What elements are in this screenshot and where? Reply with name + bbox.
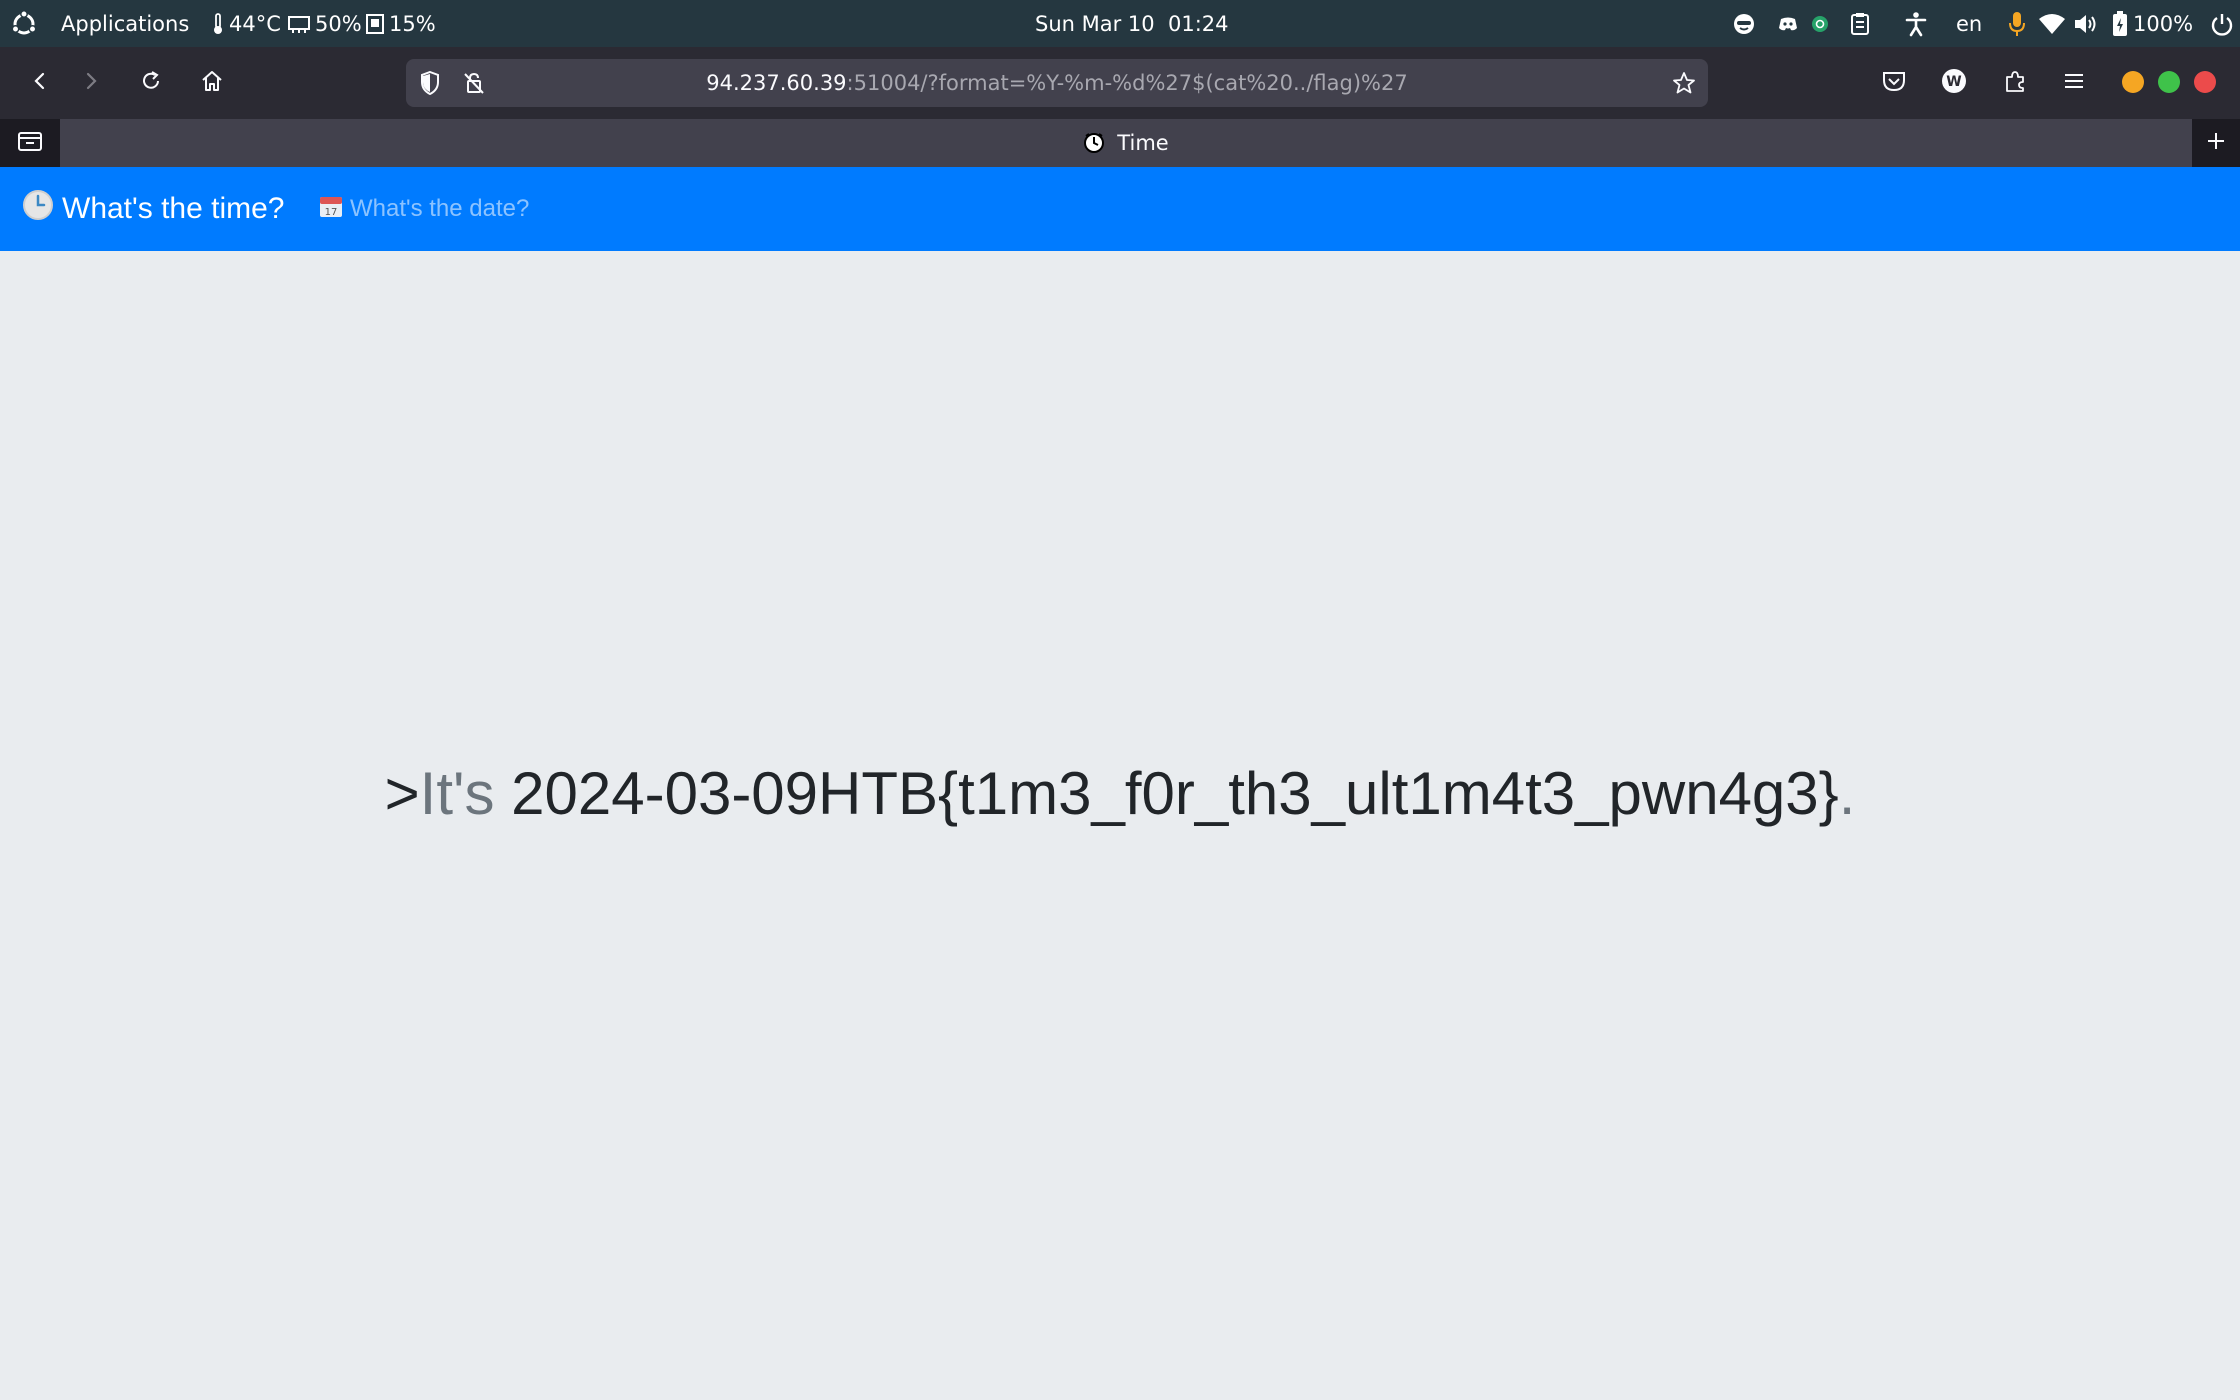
address-bar[interactable]: 94.237.60.39:51004/?format=%Y-%m-%d%27$(… — [406, 59, 1708, 107]
tab-list-icon — [17, 129, 43, 158]
message-value: 2024-03-09HTB{t1m3_f0r_th3_ult1m4t3_pwn4… — [511, 760, 1839, 827]
calendar-emoji-icon: 17 — [318, 193, 350, 226]
clock-text: Sun Mar 10 01:24 — [1035, 11, 1229, 36]
reload-button[interactable] — [129, 61, 173, 105]
url-path: :51004/?format=%Y-%m-%d%27$(cat%20../fla… — [846, 71, 1408, 95]
discord-icon[interactable] — [1778, 0, 1798, 47]
clock[interactable]: Sun Mar 10 01:24 — [1035, 0, 1229, 47]
volume-icon[interactable] — [2073, 0, 2099, 47]
home-button[interactable] — [190, 61, 234, 105]
main-content: >It's 2024-03-09HTB{t1m3_f0r_th3_ult1m4t… — [0, 251, 2240, 1400]
message-prefix: > — [384, 760, 420, 827]
back-arrow-icon — [30, 71, 50, 96]
back-button[interactable] — [18, 61, 62, 105]
url-text[interactable]: 94.237.60.39:51004/?format=%Y-%m-%d%27$(… — [406, 59, 1708, 107]
forward-arrow-icon — [81, 71, 101, 96]
new-tab-button[interactable] — [2192, 119, 2240, 167]
cpu-value: 50% — [315, 11, 362, 36]
language-indicator[interactable]: en — [1956, 0, 1982, 47]
applications-label: Applications — [61, 11, 190, 36]
forward-button[interactable] — [69, 61, 113, 105]
extensions-button[interactable] — [1993, 61, 2037, 105]
pocket-button[interactable] — [1872, 61, 1916, 105]
date-link-text: What's the date? — [350, 195, 530, 222]
brand-text: What's the time? — [62, 192, 285, 225]
svg-text:17: 17 — [325, 207, 338, 218]
wappalyzer-extension-button[interactable]: W — [1932, 61, 1976, 105]
power-icon[interactable] — [2210, 0, 2234, 47]
system-top-bar: Applications 44°C 50% 15% Sun Mar 10 01:… — [0, 0, 2240, 47]
sync-status-icon[interactable] — [1811, 0, 1829, 47]
temperature-value: 44°C — [229, 11, 281, 36]
ubuntu-logo-icon[interactable] — [10, 0, 38, 47]
language-label: en — [1956, 11, 1983, 36]
date-nav-link[interactable]: 17 What's the date? — [318, 167, 529, 251]
wifi-icon[interactable] — [2039, 0, 2065, 47]
svg-text:W: W — [1946, 74, 1961, 90]
tab-title: Time — [1117, 131, 1169, 155]
microphone-icon[interactable] — [2008, 0, 2026, 47]
thermometer-icon — [211, 12, 225, 36]
cpu-indicator: 50% — [287, 0, 362, 47]
battery-value: 100% — [2133, 11, 2194, 36]
close-window-button[interactable] — [2194, 71, 2216, 93]
clock-emoji-icon — [22, 189, 62, 229]
browser-toolbar: 94.237.60.39:51004/?format=%Y-%m-%d%27$(… — [0, 47, 2240, 119]
memory-icon — [365, 13, 385, 35]
applications-menu[interactable]: Applications — [61, 0, 189, 47]
clock-favicon-icon — [1083, 132, 1105, 154]
memory-indicator: 15% — [365, 0, 436, 47]
tab-strip: Time — [0, 119, 2240, 167]
url-host: 94.237.60.39 — [706, 71, 847, 95]
navbar-brand-link[interactable]: What's the time? — [22, 167, 284, 251]
message-lead: It's — [419, 760, 495, 827]
battery-indicator[interactable]: 100% — [2112, 0, 2193, 47]
minimize-window-button[interactable] — [2122, 71, 2144, 93]
tray-emoji-icon[interactable] — [1732, 0, 1756, 47]
plus-icon — [2205, 130, 2227, 157]
time-result-message: >It's 2024-03-09HTB{t1m3_f0r_th3_ult1m4t… — [0, 759, 2240, 828]
site-navbar: What's the time? 17 What's the date? — [0, 167, 2240, 251]
app-menu-button[interactable] — [2052, 61, 2096, 105]
message-suffix: . — [1838, 760, 1856, 827]
memory-value: 15% — [389, 11, 436, 36]
clipboard-icon[interactable] — [1850, 0, 1870, 47]
home-icon — [200, 69, 224, 98]
list-all-tabs-button[interactable] — [0, 119, 60, 167]
w-extension-icon: W — [1941, 68, 1967, 99]
battery-charging-icon — [2112, 10, 2128, 37]
accessibility-icon[interactable] — [1904, 0, 1928, 47]
temperature-indicator: 44°C — [211, 0, 281, 47]
hamburger-menu-icon — [2063, 72, 2085, 95]
bookmark-star-icon[interactable] — [1672, 71, 1696, 100]
maximize-window-button[interactable] — [2158, 71, 2180, 93]
reload-icon — [140, 70, 162, 97]
tab-time[interactable]: Time — [60, 119, 2192, 167]
pocket-icon — [1882, 70, 1906, 97]
puzzle-piece-icon — [2003, 69, 2027, 98]
cpu-icon — [287, 13, 311, 35]
